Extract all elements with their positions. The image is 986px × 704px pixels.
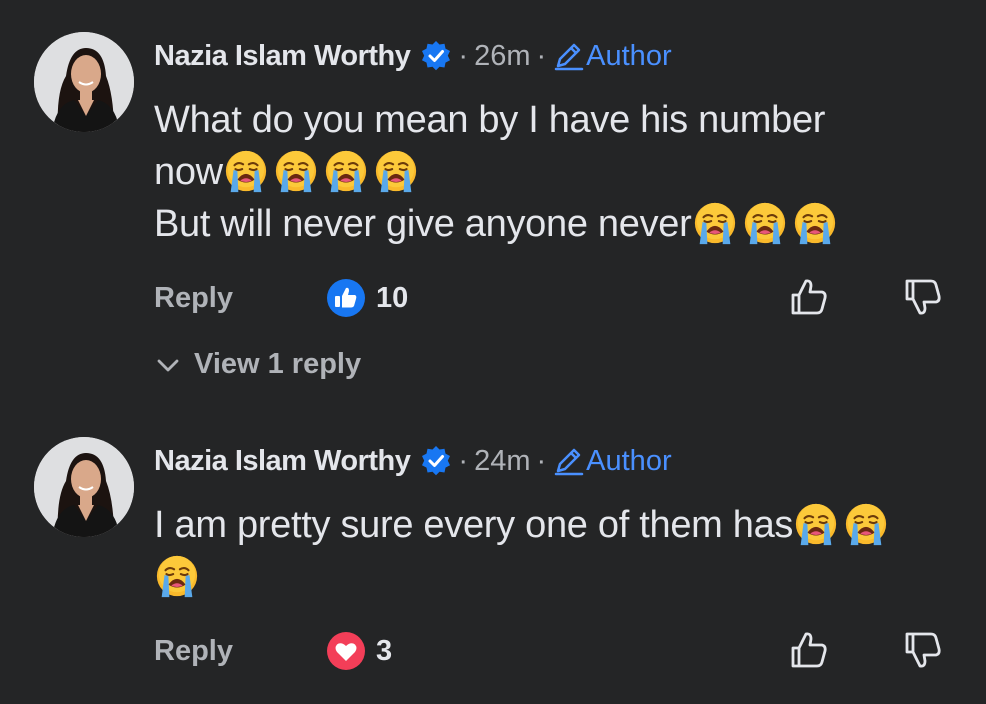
comment-line: now xyxy=(154,151,223,193)
view-replies-link[interactable]: View 1 reply xyxy=(154,348,361,381)
thumbs-up-icon[interactable] xyxy=(788,276,830,318)
avatar[interactable] xyxy=(34,32,134,132)
thumbs-down-icon[interactable] xyxy=(902,629,944,671)
view-replies-label: View 1 reply xyxy=(194,348,362,380)
chevron-down-icon xyxy=(157,359,179,371)
verified-badge-icon xyxy=(422,446,451,476)
thumbs-up-icon[interactable] xyxy=(788,629,830,671)
comment-header: Nazia Islam Worthy · 26m · Author xyxy=(154,36,672,76)
reaction-count: 3 xyxy=(376,634,393,667)
loudly-crying-face-icon xyxy=(223,148,269,194)
author-badge: Author xyxy=(552,39,672,73)
avatar[interactable] xyxy=(34,437,134,537)
comment-line: I am pretty sure every one of them has xyxy=(154,504,794,546)
verified-badge-icon xyxy=(422,41,451,71)
separator-dot: · xyxy=(536,39,547,72)
author-name[interactable]: Nazia Islam Worthy xyxy=(154,40,411,73)
reaction-summary[interactable]: 10 xyxy=(326,278,408,318)
loudly-crying-face-icon xyxy=(742,200,788,246)
reaction-summary[interactable]: 3 xyxy=(326,631,392,671)
pencil-icon xyxy=(554,43,584,71)
comment-text: What do you mean by I have his number no… xyxy=(154,94,954,250)
reaction-count: 10 xyxy=(376,281,409,314)
separator-dot: · xyxy=(458,39,469,72)
author-tag-label: Author xyxy=(586,39,672,72)
love-icon xyxy=(327,632,365,670)
loudly-crying-face-icon xyxy=(692,200,738,246)
comment-text: I am pretty sure every one of them has xyxy=(154,499,954,603)
loudly-crying-face-icon xyxy=(373,148,419,194)
pencil-icon xyxy=(554,448,584,476)
comment-header: Nazia Islam Worthy · 24m · Author xyxy=(154,441,672,481)
author-tag-label: Author xyxy=(586,444,672,477)
loudly-crying-face-icon xyxy=(792,200,838,246)
comment-actions: Reply 10 xyxy=(154,274,954,324)
loudly-crying-face-icon xyxy=(843,501,889,547)
timestamp[interactable]: 26m xyxy=(474,40,530,73)
thumbs-down-icon[interactable] xyxy=(902,276,944,318)
comment-line: What do you mean by I have his number xyxy=(154,99,826,141)
loudly-crying-face-icon xyxy=(273,148,319,194)
separator-dot: · xyxy=(536,444,547,477)
loudly-crying-face-icon xyxy=(793,501,839,547)
timestamp[interactable]: 24m xyxy=(474,445,530,478)
author-badge: Author xyxy=(552,444,672,478)
like-icon xyxy=(327,279,365,317)
reply-button[interactable]: Reply xyxy=(154,282,233,315)
author-name[interactable]: Nazia Islam Worthy xyxy=(154,445,411,478)
reply-button[interactable]: Reply xyxy=(154,635,233,668)
separator-dot: · xyxy=(458,444,469,477)
comment-actions: Reply 3 xyxy=(154,627,954,677)
comment-line: But will never give anyone never xyxy=(154,203,692,245)
loudly-crying-face-icon xyxy=(323,148,369,194)
loudly-crying-face-icon xyxy=(154,553,200,599)
